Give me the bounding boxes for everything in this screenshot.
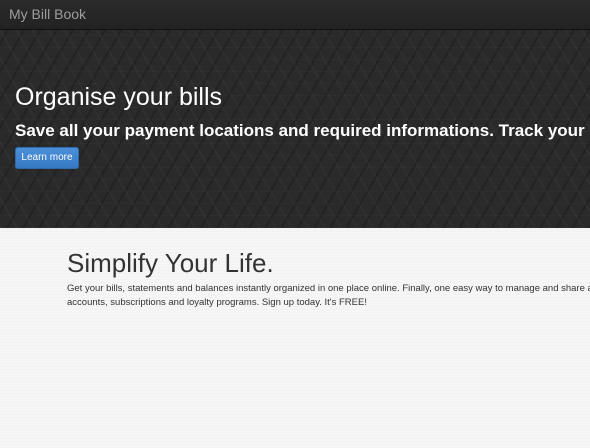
hero-banner: Organise your bills Save all your paymen… [0, 30, 590, 228]
main-content: Simplify Your Life. Get your bills, stat… [0, 228, 590, 448]
hero-title: Organise your bills [15, 83, 223, 111]
learn-more-button[interactable]: Learn more [15, 147, 79, 169]
top-navbar: My Bill Book [0, 0, 590, 30]
section-title: Simplify Your Life. [67, 248, 274, 278]
hero-subtitle: Save all your payment locations and requ… [15, 121, 590, 140]
brand-link[interactable]: My Bill Book [9, 6, 86, 23]
section-text-line-2: accounts, subscriptions and loyalty prog… [67, 297, 367, 308]
section-description: Get your bills, statements and balances … [67, 282, 590, 310]
section-text-line-1: Get your bills, statements and balances … [67, 283, 590, 294]
